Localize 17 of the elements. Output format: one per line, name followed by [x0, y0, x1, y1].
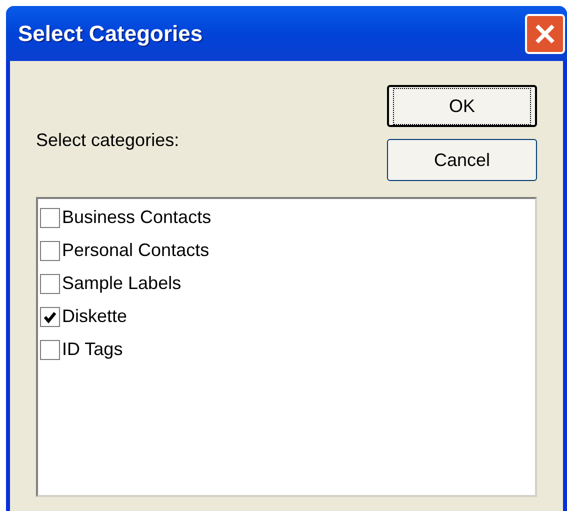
checkbox[interactable]: [40, 208, 60, 228]
categories-label: Select categories:: [36, 129, 180, 152]
category-label: Business Contacts: [62, 206, 212, 229]
dialog-button[interactable]: Cancel: [387, 139, 537, 181]
check-icon: [43, 310, 57, 324]
window-title: Select Categories: [18, 20, 203, 48]
close-button[interactable]: [525, 14, 565, 54]
category-label: Sample Labels: [62, 272, 182, 295]
close-icon: [533, 22, 557, 46]
category-label: Diskette: [62, 305, 128, 328]
dialog-button[interactable]: OK: [387, 85, 537, 127]
checkbox[interactable]: [40, 274, 60, 294]
category-label: ID Tags: [62, 338, 123, 361]
category-label: Personal Contacts: [62, 239, 210, 262]
checkbox[interactable]: [40, 306, 60, 326]
checkbox[interactable]: [40, 240, 60, 260]
checkbox[interactable]: [40, 340, 60, 360]
